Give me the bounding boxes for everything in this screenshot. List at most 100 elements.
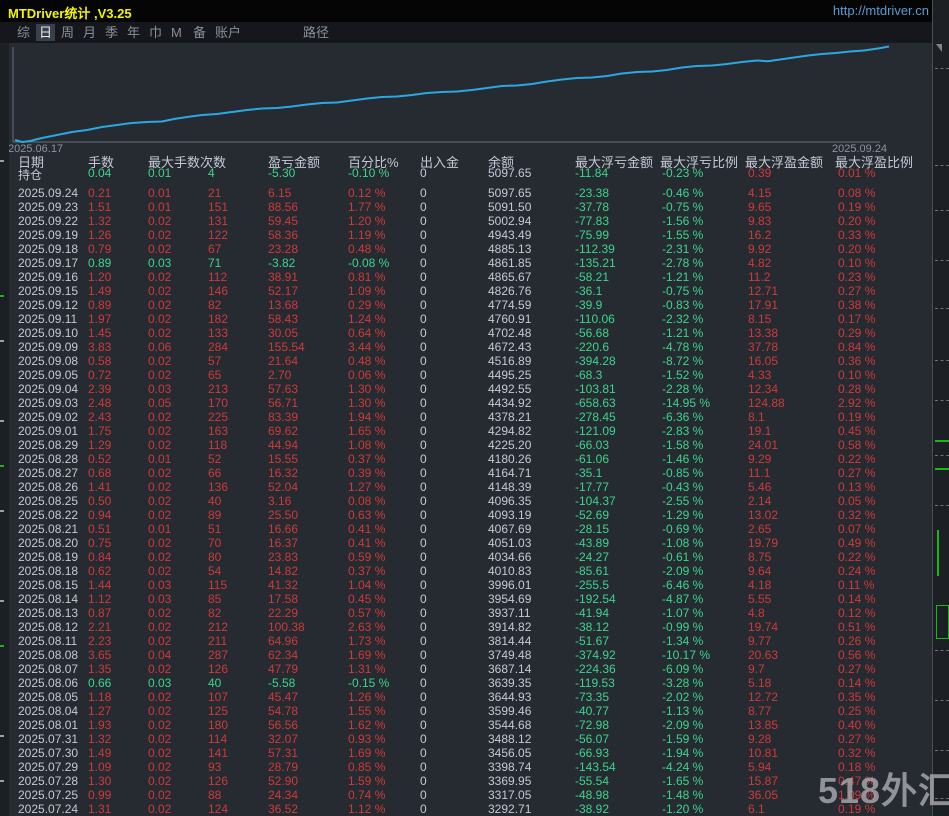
table-row-15-cell-0: 2025.09.03 (18, 396, 79, 410)
table-row-14-cell-9: -2.28 % (662, 382, 704, 396)
table-row-7-cell-9: -0.75 % (662, 284, 704, 298)
table-row-8-cell-9: -0.83 % (662, 298, 704, 312)
table-row-21-cell-10: 5.46 (748, 480, 772, 494)
background-scale-tick (0, 735, 4, 737)
table-row-23-cell-6: 0 (420, 508, 427, 522)
table-row-23-cell-7: 4093.19 (488, 508, 532, 522)
table-row-42-cell-1: 1.30 (88, 774, 112, 788)
table-row-40-cell-9: -1.94 % (662, 746, 704, 760)
table-row-43-cell-0: 2025.07.25 (18, 788, 79, 802)
table-row-17-cell-5: 1.65 % (348, 424, 386, 438)
table-row-39-cell-8: -56.07 (575, 732, 610, 746)
table-row-22-cell-2: 0.02 (148, 494, 172, 508)
table-row-41-cell-4: 28.79 (268, 760, 299, 774)
table-row-27-cell-3: 54 (208, 564, 222, 578)
table-row-39-cell-5: 0.93 % (348, 732, 386, 746)
table-row-21-cell-5: 1.27 % (348, 480, 386, 494)
table-row-36-cell-1: 1.18 (88, 690, 112, 704)
table-row-22-cell-6: 0 (420, 494, 427, 508)
table-row-11-cell-0: 2025.09.09 (18, 340, 79, 354)
table-row-4-cell-2: 0.02 (148, 242, 172, 256)
table-row-27-cell-2: 0.02 (148, 564, 172, 578)
toolbar-item-4[interactable]: 季 (102, 24, 121, 41)
table-row-8-cell-7: 4774.59 (488, 298, 532, 312)
table-row-27-cell-10: 9.64 (748, 564, 772, 578)
table-row-28-cell-5: 1.04 % (348, 578, 386, 592)
toolbar-item-0[interactable]: 综 (14, 24, 33, 41)
table-row-33-cell-9: -10.17 % (662, 648, 711, 662)
table-row-40-cell-4: 57.31 (268, 746, 299, 760)
table-row-14-cell-3: 213 (208, 382, 229, 396)
table-row-0-cell-2: 0.01 (148, 186, 172, 200)
table-row-26-cell-8: -24.27 (575, 550, 610, 564)
mtdriver-url-link[interactable]: http://mtdriver.cn (833, 3, 929, 18)
table-row-17-cell-6: 0 (420, 424, 427, 438)
table-row-37-cell-5: 1.55 % (348, 704, 386, 718)
table-row-40-cell-3: 141 (208, 746, 229, 760)
table-row-12-cell-4: 21.64 (268, 354, 299, 368)
table-row-24-cell-11: 0.07 % (838, 522, 876, 536)
table-row-22-cell-10: 2.14 (748, 494, 772, 508)
table-row-8-cell-0: 2025.09.12 (18, 298, 79, 312)
table-row-6-cell-9: -1.21 % (662, 270, 704, 284)
table-row-29-cell-11: 0.14 % (838, 592, 876, 606)
toolbar-item-path[interactable]: 路径 (300, 24, 332, 41)
table-row-15-cell-10: 124.88 (748, 396, 785, 410)
table-row-28-cell-7: 3996.01 (488, 578, 532, 592)
table-row-36-cell-2: 0.02 (148, 690, 172, 704)
table-row-18-cell-7: 4225.20 (488, 438, 532, 452)
table-row-4-cell-6: 0 (420, 242, 427, 256)
table-row-9-cell-5: 1.24 % (348, 312, 386, 326)
table-row-12-cell-8: -394.28 (575, 354, 616, 368)
table-row-32-cell-6: 0 (420, 634, 427, 648)
table-row-38-cell-4: 56.56 (268, 718, 299, 732)
table-row-21-cell-3: 136 (208, 480, 229, 494)
table-row-20-cell-6: 0 (420, 466, 427, 480)
toolbar-item-5[interactable]: 年 (124, 24, 143, 41)
table-row-6-cell-6: 0 (420, 270, 427, 284)
table-row-40-cell-0: 2025.07.30 (18, 746, 79, 760)
table-row-7-cell-8: -36.1 (575, 284, 603, 298)
table-row-44-cell-2: 0.02 (148, 802, 172, 816)
toolbar-item-8[interactable]: 备 (190, 24, 209, 41)
background-candle-fragment (936, 605, 949, 639)
table-row-10-cell-10: 13.38 (748, 326, 779, 340)
table-row-13-cell-9: -1.52 % (662, 368, 704, 382)
table-row-10-cell-5: 0.64 % (348, 326, 386, 340)
table-row-44-cell-10: 6.1 (748, 802, 765, 816)
table-row-3-cell-7: 4943.49 (488, 228, 532, 242)
table-row-20-cell-5: 0.39 % (348, 466, 386, 480)
table-row-21-cell-6: 0 (420, 480, 427, 494)
table-row-33-cell-8: -374.92 (575, 648, 616, 662)
table-row-44-cell-5: 1.12 % (348, 802, 386, 816)
table-row-6-cell-5: 0.81 % (348, 270, 386, 284)
table-row-8-cell-10: 17.91 (748, 298, 779, 312)
table-row-23-cell-10: 13.02 (748, 508, 779, 522)
table-row-20-cell-3: 66 (208, 466, 222, 480)
table-row-4-cell-1: 0.79 (88, 242, 112, 256)
table-row-18-cell-2: 0.02 (148, 438, 172, 452)
toolbar-item-6[interactable]: 巾 (146, 24, 165, 41)
table-row-23-cell-9: -1.29 % (662, 508, 704, 522)
toolbar-item-3[interactable]: 月 (80, 24, 99, 41)
table-row-19-cell-9: -1.46 % (662, 452, 704, 466)
table-row-23-cell-2: 0.02 (148, 508, 172, 522)
table-row-42-cell-0: 2025.07.28 (18, 774, 79, 788)
table-row-9-cell-0: 2025.09.11 (18, 312, 78, 326)
table-row-30-cell-3: 82 (208, 606, 222, 620)
toolbar-item-7[interactable]: M (168, 24, 185, 41)
toolbar-item-2[interactable]: 周 (58, 24, 77, 41)
table-row-33-cell-11: 0.56 % (838, 648, 876, 662)
table-row-10-cell-9: -1.21 % (662, 326, 704, 340)
table-row-5-cell-8: -135.21 (575, 256, 616, 270)
toolbar-item-1[interactable]: 日 (36, 24, 56, 41)
table-row-27-cell-0: 2025.08.18 (18, 564, 79, 578)
position-row-cell-6: 0 (420, 166, 427, 180)
table-row-30-cell-0: 2025.08.13 (18, 606, 79, 620)
toolbar-item-9[interactable]: 账户 (212, 24, 244, 41)
table-row-6-cell-2: 0.02 (148, 270, 172, 284)
table-row-10-cell-1: 1.45 (88, 326, 112, 340)
position-row-cell-11: 0.01 % (838, 166, 876, 180)
table-row-8-cell-8: -39.9 (575, 298, 603, 312)
table-row-2-cell-2: 0.02 (148, 214, 172, 228)
